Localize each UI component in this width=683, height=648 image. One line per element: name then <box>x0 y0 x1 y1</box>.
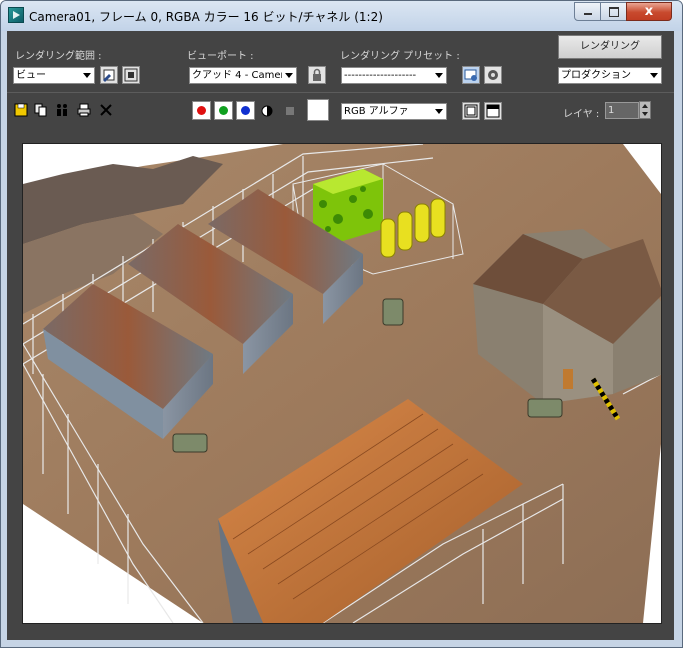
chevron-down-icon <box>650 73 658 78</box>
render-button[interactable]: レンダリング <box>558 35 662 59</box>
preset-value: -------------------- <box>344 70 417 81</box>
chevron-down-icon <box>83 73 91 78</box>
render-area-dropdown[interactable]: ビュー <box>13 67 95 84</box>
chevron-down-icon <box>435 73 443 78</box>
layer-spinner[interactable] <box>639 101 651 119</box>
toggle-ui-overlay-button[interactable] <box>462 102 480 120</box>
green-dot-icon <box>219 106 228 115</box>
monochrome-icon[interactable] <box>283 104 297 118</box>
red-channel-button[interactable] <box>192 101 211 120</box>
toggle-ui-button[interactable] <box>484 102 502 120</box>
viewport-dropdown[interactable]: クアッド 4 - Camera01 <box>189 67 297 84</box>
preset-label: レンダリング プリセット : <box>340 51 460 62</box>
clone-window-icon[interactable] <box>55 103 69 117</box>
close-button[interactable]: x <box>626 2 672 21</box>
lock-viewport-button[interactable] <box>308 66 326 84</box>
production-value: プロダクション <box>561 70 631 81</box>
chevron-down-icon <box>285 73 293 78</box>
close-icon: x <box>644 4 654 19</box>
red-dot-icon <box>197 106 206 115</box>
panel-icon <box>486 104 500 118</box>
production-dropdown[interactable]: プロダクション <box>558 67 662 84</box>
render-frame-panel: レンダリング範囲 : ビューポート : レンダリング プリセット : レンダリン… <box>7 31 674 640</box>
render-frame-window: Camera01, フレーム 0, RGBA カラー 16 ビット/チャネル (… <box>0 0 683 648</box>
layer-value: 1 <box>608 105 615 116</box>
alpha-channel-icon[interactable] <box>260 104 274 118</box>
render-setup-icon <box>464 69 477 81</box>
viewport-value: クアッド 4 - Camera01 <box>192 70 282 81</box>
render-area-label: レンダリング範囲 : <box>15 51 102 62</box>
copy-image-icon[interactable] <box>34 103 48 117</box>
chevron-down-icon <box>435 109 443 114</box>
blue-dot-icon <box>241 106 250 115</box>
blue-channel-button[interactable] <box>236 101 255 120</box>
edit-region-icon <box>103 69 115 82</box>
render-setup-button[interactable] <box>462 66 480 84</box>
color-swatch[interactable] <box>307 99 329 121</box>
layer-label: レイヤ : <box>563 109 600 120</box>
maximize-button[interactable] <box>600 2 627 21</box>
rendered-image-viewport[interactable] <box>22 143 662 624</box>
auto-region-button[interactable] <box>122 66 140 84</box>
lock-icon <box>313 68 321 81</box>
teapot-icon <box>488 70 498 80</box>
rendered-scene-image <box>23 144 661 623</box>
title-bar[interactable]: Camera01, フレーム 0, RGBA カラー 16 ビット/チャネル (… <box>1 1 682 31</box>
window-title: Camera01, フレーム 0, RGBA カラー 16 ビット/チャネル (… <box>29 10 383 24</box>
minimize-button[interactable] <box>574 2 601 21</box>
spinner-arrows-icon <box>642 104 648 116</box>
channel-value: RGB アルファ <box>344 106 409 117</box>
environment-button[interactable] <box>484 66 502 84</box>
edit-region-button[interactable] <box>100 66 118 84</box>
region-select-icon <box>124 68 138 82</box>
save-icon[interactable] <box>14 103 28 117</box>
toolbar-separator <box>7 92 674 93</box>
layer-input[interactable]: 1 <box>605 102 639 119</box>
display-channel-icon <box>464 104 478 118</box>
clear-icon[interactable] <box>99 103 113 117</box>
render-area-value: ビュー <box>16 70 46 81</box>
channel-dropdown[interactable]: RGB アルファ <box>341 103 447 120</box>
preset-dropdown[interactable]: -------------------- <box>341 67 447 84</box>
green-channel-button[interactable] <box>214 101 233 120</box>
print-icon[interactable] <box>77 103 91 117</box>
3dsmax-app-icon <box>8 7 24 23</box>
viewport-label: ビューポート : <box>187 51 254 62</box>
